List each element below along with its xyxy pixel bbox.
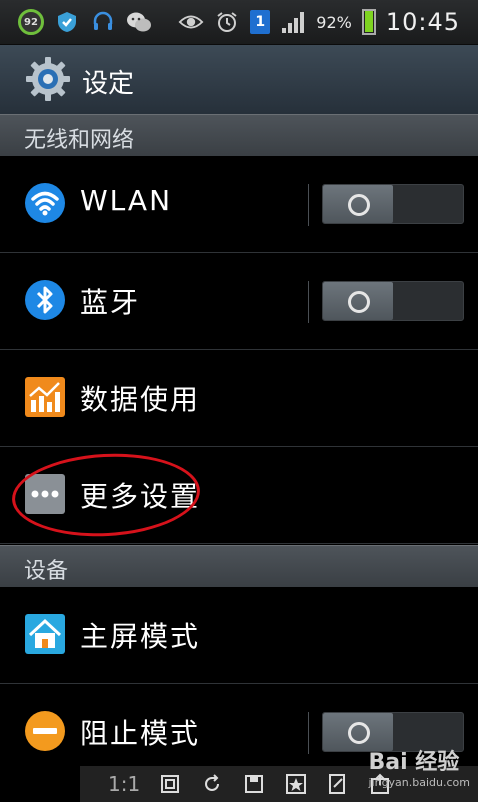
save-icon[interactable] [242, 772, 266, 796]
settings-item-home-mode[interactable]: 主屏模式 [0, 587, 478, 684]
rotate-icon[interactable] [200, 772, 224, 796]
bluetooth-toggle[interactable] [322, 281, 464, 321]
settings-item-wlan[interactable]: WLAN [0, 156, 478, 253]
ratio-button[interactable]: 1:1 [108, 772, 140, 796]
wifi-icon [24, 182, 66, 224]
signal-icon [280, 9, 306, 35]
clock: 10:45 [385, 8, 460, 36]
wechat-icon [126, 9, 152, 35]
settings-item-label: 主屏模式 [80, 620, 201, 653]
battery-circle-icon: 92 [18, 9, 44, 35]
section-label: 无线和网络 [24, 128, 135, 153]
settings-item-label: 阻止模式 [80, 717, 201, 750]
wlan-toggle[interactable] [322, 184, 464, 224]
divider [308, 184, 309, 226]
page-title: 设定 [82, 69, 135, 99]
status-bar: 92 1 92% 10:45 [0, 0, 478, 45]
bluetooth-icon [24, 279, 66, 321]
settings-item-label: 数据使用 [80, 383, 201, 416]
settings-item-label: WLAN [80, 184, 173, 217]
divider [308, 281, 309, 323]
edit-icon[interactable] [326, 772, 350, 796]
gear-icon[interactable] [24, 55, 72, 103]
eye-icon [178, 9, 204, 35]
battery-percent: 92% [316, 12, 352, 32]
settings-item-bluetooth[interactable]: 蓝牙 [0, 253, 478, 350]
alarm-icon [214, 9, 240, 35]
favorite-icon[interactable] [284, 772, 308, 796]
fit-screen-icon[interactable] [158, 772, 182, 796]
title-bar: 设定 [0, 45, 478, 114]
settings-item-label: 蓝牙 [80, 286, 141, 319]
sim-icon: 1 [250, 10, 271, 34]
section-label: 设备 [24, 559, 69, 584]
battery-icon [361, 9, 376, 35]
section-header-device: 设备 [0, 545, 478, 587]
settings-item-data-usage[interactable]: 数据使用 [0, 350, 478, 447]
section-header-wireless: 无线和网络 [0, 114, 478, 156]
data-usage-icon [24, 376, 66, 418]
watermark-brand: Bai 经验 [368, 750, 460, 775]
watermark: Bai 经验 jingyan.baidu.com [368, 744, 470, 789]
block-icon [24, 710, 66, 752]
headset-icon [90, 9, 116, 35]
shield-icon [54, 9, 80, 35]
watermark-url: jingyan.baidu.com [368, 776, 470, 789]
home-icon [24, 613, 66, 655]
divider [308, 712, 309, 754]
status-left-icons: 92 [18, 6, 152, 38]
status-right-icons: 1 92% 10:45 [178, 6, 460, 38]
